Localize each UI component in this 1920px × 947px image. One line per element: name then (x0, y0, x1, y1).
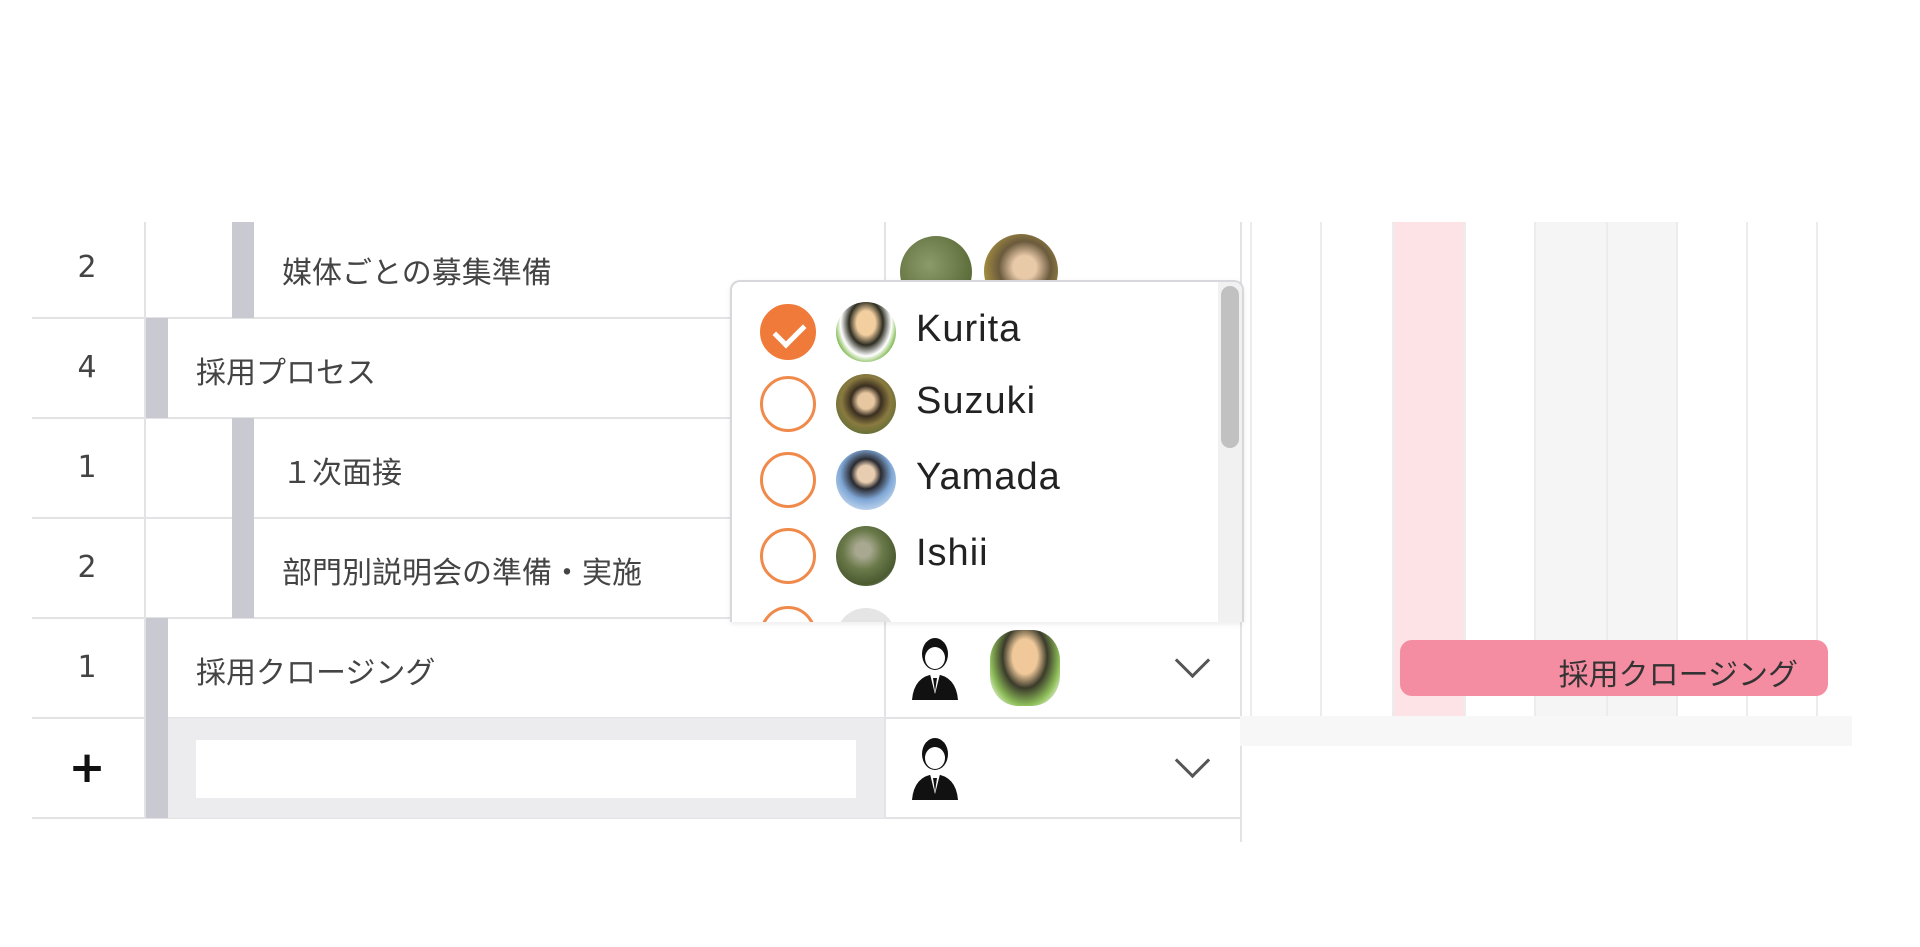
add-task-icon[interactable]: + (32, 718, 142, 818)
person-icon[interactable] (908, 636, 962, 700)
chevron-down-icon[interactable] (1174, 642, 1211, 679)
checkbox-icon[interactable] (760, 376, 816, 432)
assignee-name: Kurita (916, 308, 1022, 350)
task-name[interactable]: １次面接 (282, 448, 402, 492)
timeline-add-row (1240, 716, 1852, 746)
subtask-count: 2 (77, 550, 97, 585)
assignee-option-suzuki[interactable]: Suzuki (760, 374, 1200, 438)
assignee-dropdown[interactable]: Kurita Suzuki Yamada Ishii (730, 280, 1244, 622)
assignee-name: Yamada (916, 456, 1061, 498)
task-name[interactable]: 採用プロセス (196, 348, 376, 392)
checkbox-icon[interactable] (760, 606, 816, 622)
indent-bar (232, 518, 254, 618)
assignee-option-ishii[interactable]: Ishii (760, 526, 1200, 590)
checkmark-icon[interactable] (760, 304, 816, 360)
subtask-count: 1 (77, 650, 97, 685)
indent-bar (232, 222, 254, 318)
task-name[interactable]: 部門別説明会の準備・実施 (282, 548, 642, 592)
scrollbar[interactable] (1218, 282, 1242, 622)
assignee-name: Suzuki (916, 380, 1037, 422)
avatar (836, 608, 896, 622)
avatar (836, 302, 896, 362)
person-icon[interactable] (908, 736, 962, 800)
avatar (836, 374, 896, 434)
checkbox-icon[interactable] (760, 452, 816, 508)
indent-bar (146, 718, 168, 818)
task-name[interactable]: 媒体ごとの募集準備 (282, 248, 552, 292)
assignee-name: Ishii (916, 532, 989, 574)
scrollbar-thumb[interactable] (1221, 286, 1239, 448)
subtask-count: 4 (77, 350, 97, 385)
chevron-down-icon[interactable] (1174, 742, 1211, 779)
new-task-input[interactable] (196, 740, 856, 798)
subtask-count: 1 (77, 450, 97, 485)
subtask-count: 2 (77, 250, 97, 285)
assignee-option-kurita[interactable]: Kurita (760, 302, 1200, 366)
assignee-option-yamada[interactable]: Yamada (760, 450, 1200, 514)
task-name[interactable]: 採用クロージング (196, 648, 435, 692)
indent-bar (146, 318, 168, 418)
checkbox-icon[interactable] (760, 528, 816, 584)
indent-bar (146, 618, 168, 718)
assignee-avatar[interactable] (990, 630, 1060, 706)
gantt-bar[interactable]: 採用クロージング (1400, 640, 1828, 696)
avatar (836, 450, 896, 510)
indent-bar (232, 418, 254, 518)
avatar (836, 526, 896, 586)
gantt-bar-label: 採用クロージング (1558, 658, 1798, 693)
